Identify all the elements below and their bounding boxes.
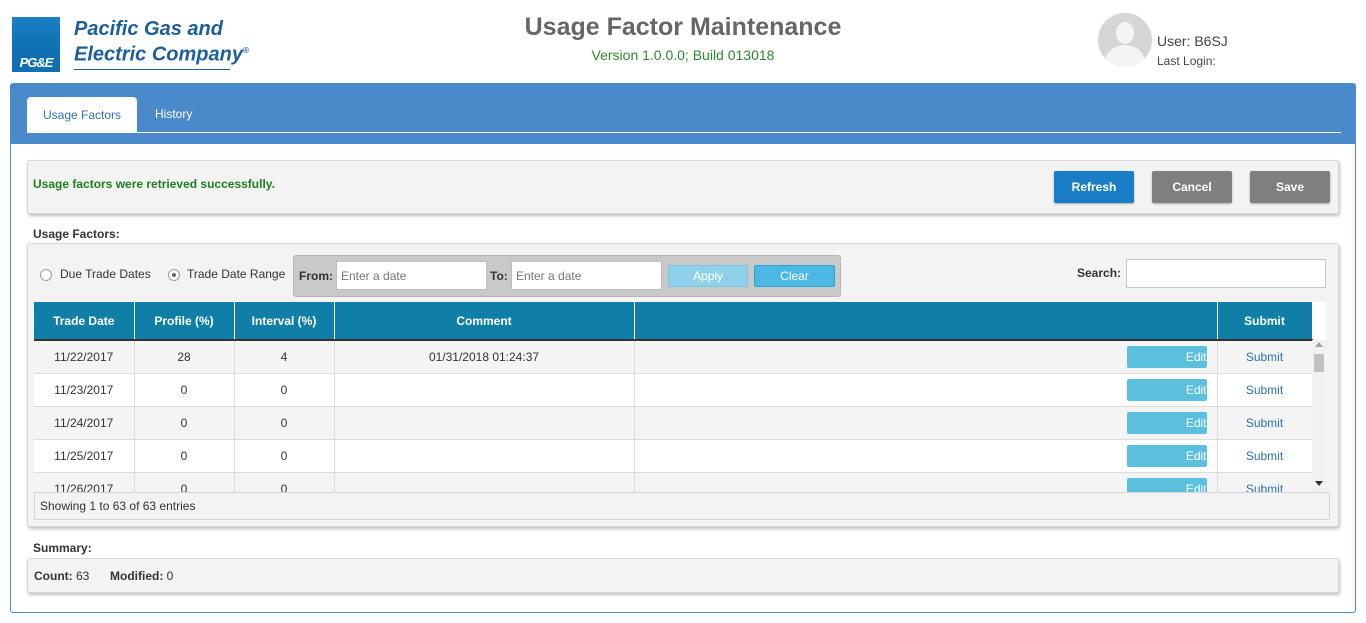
- cell-comment: [334, 472, 635, 492]
- count-item: Count: 63: [34, 569, 89, 583]
- cancel-button[interactable]: Cancel: [1152, 171, 1232, 203]
- cell-trade-date: 11/26/2017: [34, 472, 135, 492]
- cell-trade-date: 11/23/2017: [34, 373, 135, 407]
- col-profile[interactable]: Profile (%): [134, 302, 235, 340]
- avatar-head: [1116, 22, 1134, 44]
- table-row: 11/22/2017 28 4 01/31/2018 01:24:37 Edit…: [34, 339, 1313, 374]
- cell-trade-date: 11/22/2017: [34, 339, 135, 374]
- cell-edit: Edit: [634, 439, 1218, 473]
- col-trade-date[interactable]: Trade Date: [34, 302, 135, 340]
- modified-value: 0: [166, 569, 174, 583]
- save-button[interactable]: Save: [1250, 171, 1330, 203]
- to-date-input[interactable]: [511, 261, 662, 290]
- tab-underline: [27, 132, 1341, 133]
- cell-comment: [334, 406, 635, 440]
- count-label: Count:: [34, 569, 73, 583]
- submit-link[interactable]: Submit: [1246, 449, 1283, 463]
- tab-usage-factors[interactable]: Usage Factors: [27, 97, 138, 133]
- usage-factors-panel: Due Trade Dates Trade Date Range From: T…: [27, 243, 1339, 527]
- edit-button[interactable]: Edit: [1126, 444, 1207, 467]
- user-avatar-icon: [1098, 13, 1152, 67]
- col-interval[interactable]: Interval (%): [234, 302, 335, 340]
- table-info: Showing 1 to 63 of 63 entries: [34, 492, 1330, 520]
- col-submit[interactable]: Submit: [1217, 302, 1313, 340]
- refresh-button[interactable]: Refresh: [1054, 171, 1134, 203]
- cell-submit: Submit: [1217, 373, 1313, 407]
- cell-edit: Edit: [634, 339, 1218, 374]
- submit-link[interactable]: Submit: [1246, 482, 1283, 493]
- cell-submit: Submit: [1217, 439, 1313, 473]
- scroll-up-icon[interactable]: [1315, 342, 1323, 347]
- table-scrollbar[interactable]: [1312, 340, 1326, 492]
- edit-button[interactable]: Edit: [1126, 477, 1207, 492]
- submit-link[interactable]: Submit: [1246, 350, 1283, 364]
- search-label: Search:: [1077, 266, 1122, 280]
- modified-label: Modified:: [110, 569, 164, 583]
- cell-submit: Submit: [1217, 472, 1313, 493]
- cell-profile: 28: [134, 339, 235, 374]
- tab-history[interactable]: History: [140, 97, 207, 133]
- to-label: To:: [490, 269, 508, 283]
- cell-interval: 4: [234, 339, 335, 374]
- edit-button[interactable]: Edit: [1126, 411, 1207, 434]
- from-label: From:: [299, 269, 333, 283]
- last-login-label: Last Login:: [1157, 54, 1216, 68]
- usage-factors-label: Usage Factors:: [33, 227, 120, 241]
- submit-link[interactable]: Submit: [1246, 416, 1283, 430]
- modified-item: Modified: 0: [110, 569, 173, 583]
- radio-trade-date-range-label[interactable]: Trade Date Range: [187, 267, 285, 281]
- scroll-thumb[interactable]: [1314, 354, 1324, 372]
- apply-button[interactable]: Apply: [668, 265, 748, 287]
- summary-label: Summary:: [33, 541, 92, 555]
- cell-interval: 0: [234, 406, 335, 440]
- cell-interval: 0: [234, 472, 335, 492]
- cell-comment: [334, 439, 635, 473]
- cell-interval: 0: [234, 439, 335, 473]
- user-label: User: B6SJ: [1157, 33, 1228, 49]
- radio-due-trade-dates[interactable]: [40, 269, 52, 281]
- cell-trade-date: 11/24/2017: [34, 406, 135, 440]
- cell-edit: Edit: [634, 472, 1218, 492]
- cell-interval: 0: [234, 373, 335, 407]
- table-header-row: Trade Date Profile (%) Interval (%) Comm…: [34, 302, 1313, 340]
- cell-profile: 0: [134, 406, 235, 440]
- usage-factors-table: Trade Date Profile (%) Interval (%) Comm…: [34, 302, 1326, 492]
- cell-profile: 0: [134, 472, 235, 492]
- scroll-down-icon[interactable]: [1315, 481, 1323, 486]
- edit-button[interactable]: Edit: [1126, 378, 1207, 401]
- cell-submit: Submit: [1217, 406, 1313, 440]
- cell-profile: 0: [134, 439, 235, 473]
- table-row: 11/23/2017 0 0 Edit Submit: [34, 373, 1313, 407]
- radio-due-trade-dates-label[interactable]: Due Trade Dates: [60, 267, 151, 281]
- date-range-box: From: To: Apply Clear: [293, 255, 841, 297]
- cell-profile: 0: [134, 373, 235, 407]
- avatar-body: [1106, 45, 1144, 67]
- summary-panel: Count: 63 Modified: 0: [27, 558, 1339, 593]
- submit-link[interactable]: Submit: [1246, 383, 1283, 397]
- main-frame: Usage Factors History Usage factors were…: [10, 83, 1356, 613]
- tab-bar: Usage Factors History: [11, 84, 1355, 144]
- radio-trade-date-range[interactable]: [168, 269, 180, 281]
- table-row: 11/25/2017 0 0 Edit Submit: [34, 439, 1313, 473]
- cell-submit: Submit: [1217, 339, 1313, 374]
- table-row: 11/24/2017 0 0 Edit Submit: [34, 406, 1313, 440]
- cell-edit: Edit: [634, 406, 1218, 440]
- clear-button[interactable]: Clear: [754, 265, 835, 287]
- status-message: Usage factors were retrieved successfull…: [33, 177, 275, 191]
- cell-trade-date: 11/25/2017: [34, 439, 135, 473]
- status-panel: Usage factors were retrieved successfull…: [27, 160, 1339, 214]
- col-comment[interactable]: Comment: [334, 302, 635, 340]
- search-input[interactable]: [1126, 259, 1326, 288]
- cell-comment: 01/31/2018 01:24:37: [334, 339, 635, 374]
- from-date-input[interactable]: [336, 261, 487, 290]
- col-edit: [634, 302, 1218, 340]
- table-row: 11/26/2017 0 0 Edit Submit: [34, 472, 1313, 493]
- cell-comment: [334, 373, 635, 407]
- cell-edit: Edit: [634, 373, 1218, 407]
- edit-button[interactable]: Edit: [1126, 345, 1207, 368]
- logo-underline: [74, 69, 230, 70]
- count-value: 63: [76, 569, 90, 583]
